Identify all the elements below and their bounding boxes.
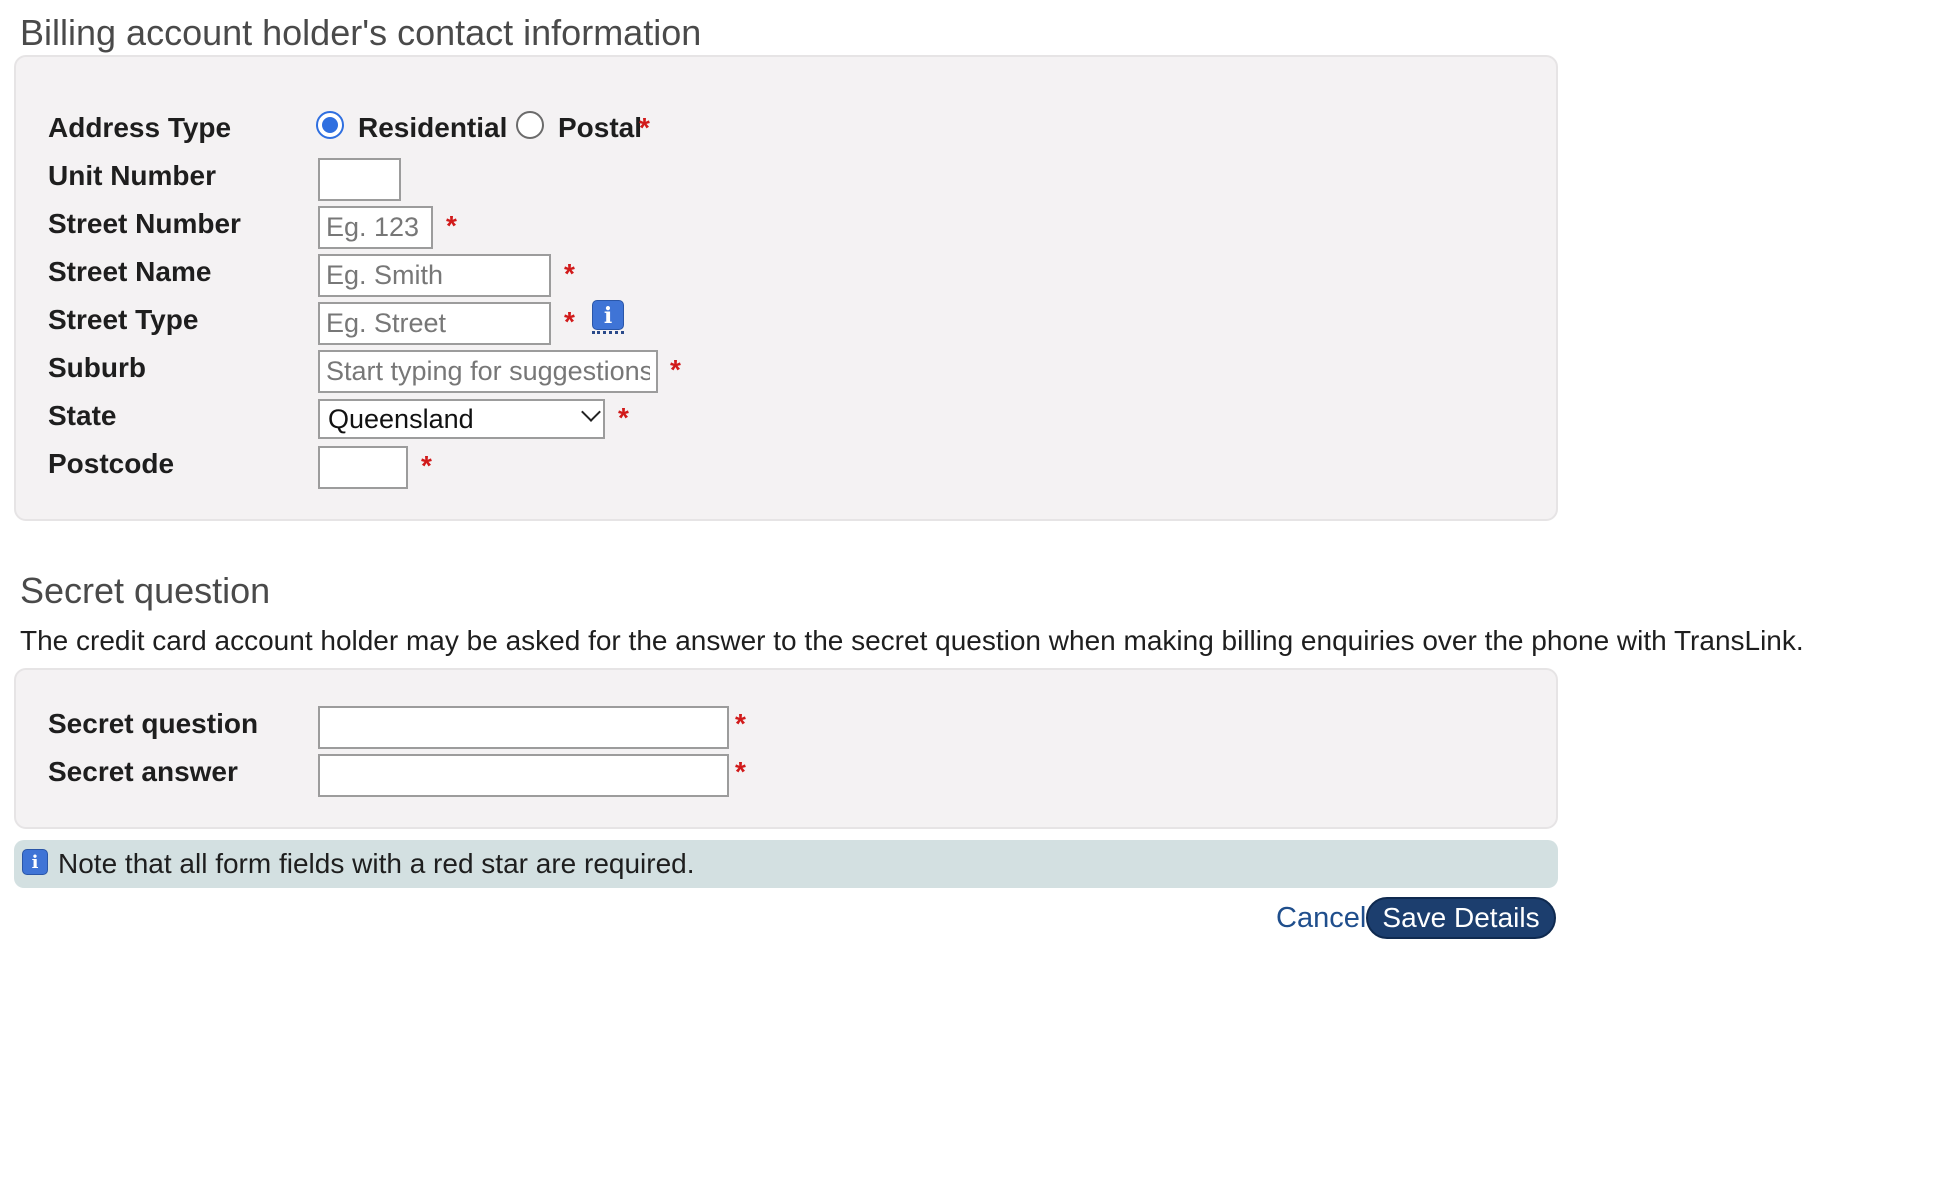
secret-answer-label: Secret answer: [48, 756, 238, 787]
info-icon-underline: [592, 331, 624, 334]
street-number-label: Street Number: [48, 208, 241, 239]
postcode-label: Postcode: [48, 448, 175, 479]
info-icon: i: [22, 849, 48, 875]
state-select[interactable]: Queensland: [318, 399, 605, 439]
street-type-input[interactable]: [318, 302, 551, 345]
secret-answer-input[interactable]: [318, 754, 729, 797]
required-star: *: [670, 354, 681, 385]
state-label: State: [48, 400, 117, 431]
secret-section-description: The credit card account holder may be as…: [20, 625, 1804, 656]
required-note-text: Note that all form fields with a red sta…: [58, 848, 695, 879]
required-star: *: [735, 708, 746, 739]
address-type-label: Address Type: [48, 112, 232, 143]
save-details-button[interactable]: Save Details: [1366, 897, 1556, 939]
suburb-input[interactable]: [318, 350, 658, 393]
secret-question-label: Secret question: [48, 708, 259, 739]
required-star: *: [564, 258, 575, 289]
required-star: *: [446, 210, 457, 241]
street-type-label: Street Type: [48, 304, 199, 335]
required-star: *: [735, 756, 746, 787]
suburb-label: Suburb: [48, 352, 146, 383]
street-name-label: Street Name: [48, 256, 212, 287]
secret-panel: [14, 668, 1558, 829]
radio-residential-label[interactable]: Residential: [358, 112, 507, 144]
radio-residential[interactable]: [316, 111, 344, 139]
required-star: *: [564, 306, 575, 337]
unit-number-label: Unit Number: [48, 160, 216, 191]
secret-question-input[interactable]: [318, 706, 729, 749]
radio-postal[interactable]: [516, 111, 544, 139]
address-panel: [14, 55, 1558, 521]
address-section-title: Billing account holder's contact informa…: [20, 12, 702, 53]
secret-section-title: Secret question: [20, 570, 271, 611]
required-star: *: [421, 450, 432, 481]
state-select-value: Queensland: [328, 404, 474, 434]
street-number-input[interactable]: [318, 206, 433, 249]
street-name-input[interactable]: [318, 254, 551, 297]
street-type-info-icon[interactable]: i: [592, 300, 624, 330]
required-star: *: [618, 402, 629, 433]
cancel-link[interactable]: Cancel: [1276, 902, 1366, 935]
radio-postal-label[interactable]: Postal: [558, 112, 642, 144]
unit-number-input[interactable]: [318, 158, 401, 201]
postcode-input[interactable]: [318, 446, 408, 489]
required-star: *: [639, 112, 650, 143]
